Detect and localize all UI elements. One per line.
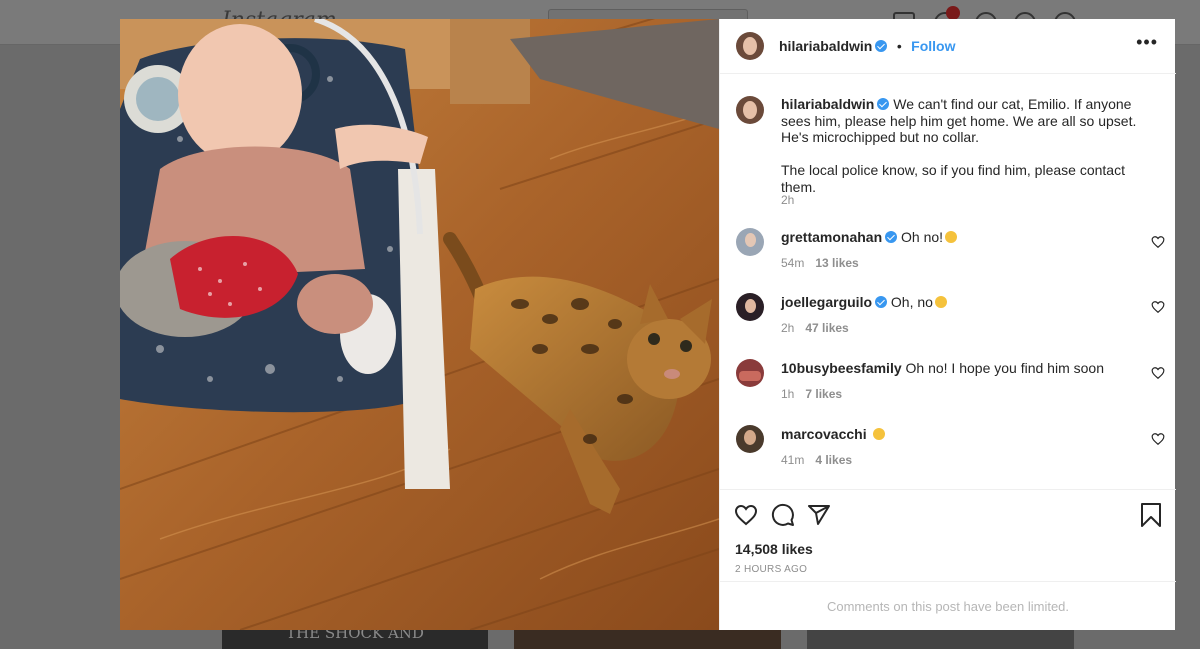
- commenter-username[interactable]: 10busybeesfamily: [781, 360, 902, 376]
- comment-body: Oh no! I hope you find him soon: [905, 360, 1104, 376]
- commenter-username[interactable]: marcovacchi: [781, 426, 867, 442]
- verified-badge-icon: [875, 296, 888, 308]
- commenter-avatar[interactable]: [736, 293, 764, 321]
- comment-footer: Comments on this post have been limited.: [720, 581, 1176, 630]
- baby-and-cat-photo: [120, 19, 719, 630]
- comment-meta: 1h 7 likes: [781, 387, 842, 401]
- comment-body: Oh, no: [890, 294, 933, 310]
- comment-body: Oh no!: [901, 229, 944, 245]
- notification-badge: [946, 6, 960, 20]
- post-modal: hilariabaldwin • Follow ••• hilariabaldw…: [120, 19, 1176, 630]
- caption-paragraph-2: The local police know, so if you find hi…: [781, 162, 1125, 195]
- comment-bubble-icon[interactable]: [771, 503, 795, 527]
- share-direct-icon[interactable]: [807, 503, 831, 527]
- worried-face-emoji-icon: [872, 428, 885, 440]
- commenter-avatar[interactable]: [736, 228, 764, 256]
- comment-like-heart-icon[interactable]: [1151, 366, 1165, 380]
- comment-text: 10busybeesfamily Oh no! I hope you find …: [781, 360, 1156, 377]
- caption-author-avatar[interactable]: [736, 96, 764, 124]
- commenter-username[interactable]: grettamonahan: [781, 229, 882, 245]
- post-side-panel: hilariabaldwin • Follow ••• hilariabaldw…: [719, 19, 1176, 630]
- comment-meta: 2h 47 likes: [781, 321, 849, 335]
- commenter-avatar[interactable]: [736, 359, 764, 387]
- verified-badge-icon: [877, 98, 890, 110]
- comment-item: marcovacchi 41m 4 likes: [720, 423, 1176, 483]
- like-heart-icon[interactable]: [734, 503, 758, 527]
- post-photo[interactable]: [120, 19, 719, 630]
- comment-item: joellegarguilo Oh, no 2h 47 likes: [720, 291, 1176, 351]
- comment-meta: 54m 13 likes: [781, 256, 859, 270]
- follow-button[interactable]: Follow: [911, 38, 955, 54]
- author-line: hilariabaldwin • Follow: [779, 38, 956, 54]
- background-tile: [514, 628, 781, 649]
- caption-time[interactable]: 2h: [781, 193, 794, 207]
- comments-limited-notice: Comments on this post have been limited.: [826, 599, 1070, 614]
- comment-meta: 41m 4 likes: [781, 453, 852, 467]
- worried-face-emoji-icon: [934, 296, 947, 308]
- comment-time[interactable]: 2h: [781, 321, 794, 335]
- verified-badge-icon: [875, 40, 888, 52]
- verified-badge-icon: [885, 231, 898, 243]
- caption-username[interactable]: hilariabaldwin: [781, 96, 874, 112]
- author-avatar[interactable]: [736, 32, 764, 60]
- save-bookmark-icon[interactable]: [1140, 503, 1162, 527]
- background-tile: [807, 628, 1074, 649]
- commenter-avatar[interactable]: [736, 425, 764, 453]
- comment-likes[interactable]: 4 likes: [815, 453, 852, 467]
- comment-time[interactable]: 1h: [781, 387, 794, 401]
- comment-like-heart-icon[interactable]: [1151, 300, 1165, 314]
- comment-likes[interactable]: 47 likes: [805, 321, 848, 335]
- more-dots-icon[interactable]: •••: [1136, 33, 1158, 51]
- comment-like-heart-icon[interactable]: [1151, 432, 1165, 446]
- comment-like-heart-icon[interactable]: [1151, 235, 1165, 249]
- comment-item: 10busybeesfamily Oh no! I hope you find …: [720, 357, 1176, 417]
- post-timestamp[interactable]: 2 HOURS AGO: [735, 564, 807, 575]
- comment-item: grettamonahan Oh no! 54m 13 likes: [720, 226, 1176, 286]
- worried-face-emoji-icon: [945, 231, 958, 243]
- likes-count[interactable]: 14,508 likes: [735, 541, 813, 557]
- comment-time[interactable]: 41m: [781, 453, 804, 467]
- comment-text: marcovacchi: [781, 426, 1156, 443]
- author-username[interactable]: hilariabaldwin: [779, 38, 872, 54]
- comment-likes[interactable]: 7 likes: [805, 387, 842, 401]
- comment-likes[interactable]: 13 likes: [815, 256, 858, 270]
- comment-time[interactable]: 54m: [781, 256, 804, 270]
- comment-text: joellegarguilo Oh, no: [781, 294, 1156, 311]
- caption-text: hilariabaldwin We can't find our cat, Em…: [781, 96, 1156, 146]
- commenter-username[interactable]: joellegarguilo: [781, 294, 872, 310]
- comment-text: grettamonahan Oh no!: [781, 229, 1156, 246]
- post-header: hilariabaldwin • Follow •••: [720, 19, 1176, 74]
- post-actions: 14,508 likes 2 HOURS AGO: [720, 489, 1176, 581]
